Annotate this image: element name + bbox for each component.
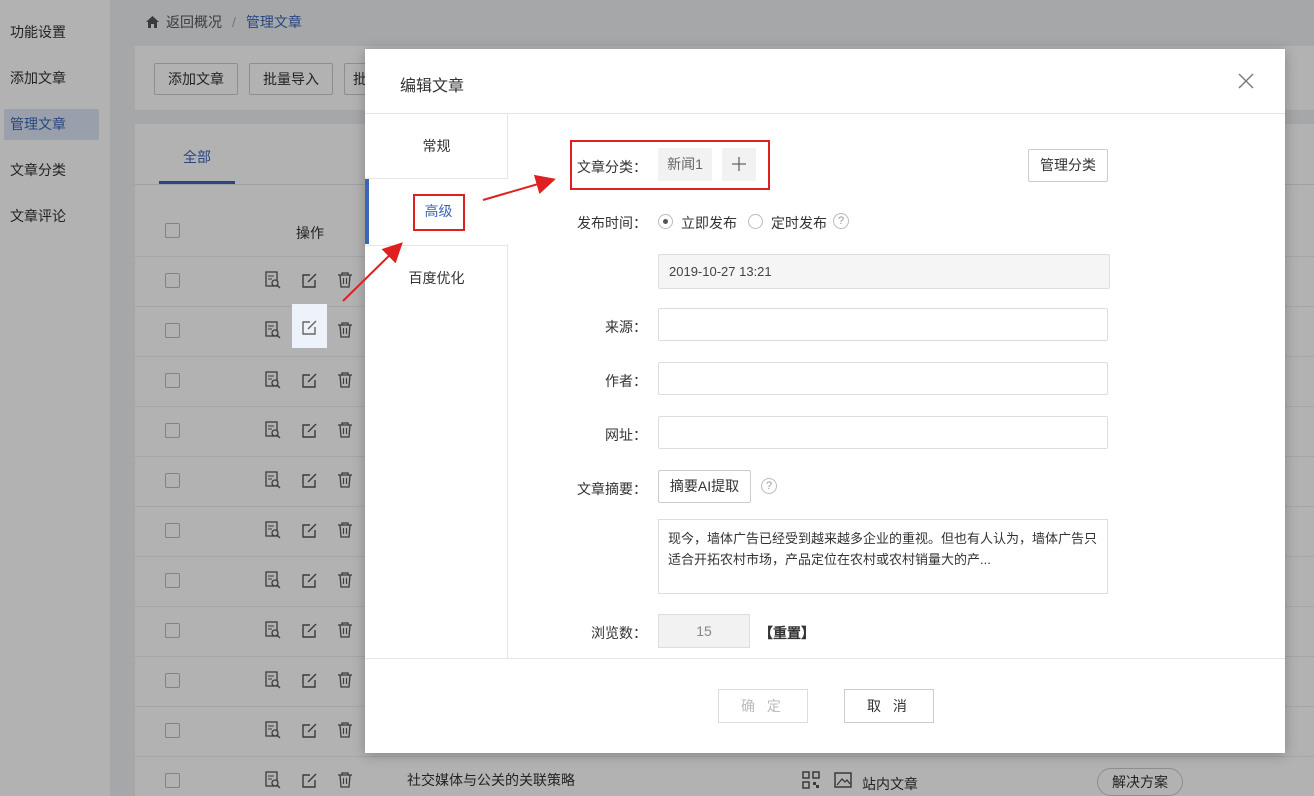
summary-label: 文章摘要： xyxy=(577,481,647,497)
ai-summary-button[interactable]: 摘要AI提取 xyxy=(658,470,751,503)
publish-now-radio[interactable] xyxy=(658,214,673,229)
publish-scheduled-radio[interactable] xyxy=(748,214,763,229)
annotation-box-advanced-tab xyxy=(413,194,465,231)
publish-time-label: 发布时间： xyxy=(577,215,647,231)
manage-categories-button[interactable]: 管理分类 xyxy=(1028,149,1108,182)
edit-icon xyxy=(302,320,317,335)
tab-baidu-seo[interactable]: 百度优化 xyxy=(365,245,508,310)
publish-datetime-field: 2019-10-27 13:21 xyxy=(658,254,1110,289)
dialog-title: 编辑文章 xyxy=(400,78,465,95)
publish-help-icon[interactable]: ? xyxy=(833,213,849,229)
url-label: 网址： xyxy=(605,427,647,443)
author-label: 作者： xyxy=(605,373,647,389)
confirm-button[interactable]: 确 定 xyxy=(718,689,808,723)
source-input[interactable] xyxy=(658,308,1108,341)
publish-scheduled-label[interactable]: 定时发布 xyxy=(771,213,827,233)
views-input: 15 xyxy=(658,614,750,648)
edit-article-dialog: 编辑文章 常规 高级 百度优化 文章分类： 新闻1 管理分类 发布时间： 立即发… xyxy=(365,49,1285,753)
highlighted-edit-button[interactable] xyxy=(292,304,327,348)
publish-now-label[interactable]: 立即发布 xyxy=(681,213,737,233)
close-icon[interactable] xyxy=(1237,72,1255,90)
annotation-box-category xyxy=(570,140,770,190)
reset-views-link[interactable]: 【重置】 xyxy=(759,623,815,643)
url-input[interactable] xyxy=(658,416,1108,449)
cancel-button[interactable]: 取 消 xyxy=(844,689,934,723)
summary-textarea[interactable]: 现今，墙体广告已经受到越来越多企业的重视。但也有人认为，墙体广告只适合开拓农村市… xyxy=(658,519,1108,594)
tab-general[interactable]: 常规 xyxy=(365,114,508,179)
summary-help-icon[interactable]: ? xyxy=(761,478,777,494)
source-label: 来源： xyxy=(605,319,647,335)
views-label: 浏览数： xyxy=(591,625,647,641)
author-input[interactable] xyxy=(658,362,1108,395)
dialog-footer-divider xyxy=(365,658,1285,659)
